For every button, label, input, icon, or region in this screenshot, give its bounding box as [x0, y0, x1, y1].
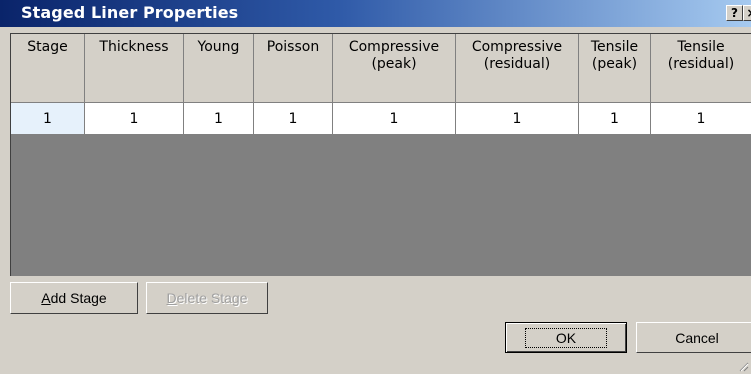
- cell-stage[interactable]: 1: [11, 103, 85, 135]
- column-header-thickness[interactable]: Thickness: [85, 34, 184, 103]
- cell-poisson[interactable]: 1: [254, 103, 333, 135]
- close-button[interactable]: ×: [743, 5, 751, 21]
- cell-tensile-peak[interactable]: 1: [579, 103, 651, 135]
- column-header-tensile-residual[interactable]: Tensile (residual): [651, 34, 751, 103]
- cell-compressive-residual[interactable]: 1: [456, 103, 579, 135]
- column-header-compressive-residual[interactable]: Compressive (residual): [456, 34, 579, 103]
- delete-stage-label-post: elete Stage: [176, 290, 248, 306]
- column-header-compressive-peak[interactable]: Compressive (peak): [333, 34, 456, 103]
- cell-compressive-peak[interactable]: 1: [333, 103, 456, 135]
- dialog-window: Staged Liner Properties ? × Stage Thickn…: [0, 0, 751, 374]
- cell-thickness[interactable]: 1: [85, 103, 184, 135]
- add-stage-label-key: A: [41, 290, 51, 306]
- cell-tensile-residual[interactable]: 1: [651, 103, 751, 135]
- title-bar[interactable]: Staged Liner Properties ? ×: [0, 0, 751, 27]
- column-header-poisson[interactable]: Poisson: [254, 34, 333, 103]
- column-header-stage[interactable]: Stage: [11, 34, 85, 103]
- column-header-tensile-peak[interactable]: Tensile (peak): [579, 34, 651, 103]
- add-stage-label-post: dd Stage: [50, 290, 107, 306]
- resize-grip-icon[interactable]: [737, 360, 749, 372]
- add-stage-button[interactable]: Add Stage: [10, 282, 138, 314]
- column-header-young[interactable]: Young: [184, 34, 254, 103]
- stage-properties-grid: Stage Thickness Young Poisson Compressiv…: [10, 33, 751, 276]
- cell-young[interactable]: 1: [184, 103, 254, 135]
- delete-stage-label-key: D: [166, 290, 177, 306]
- dialog-title: Staged Liner Properties: [21, 3, 239, 22]
- help-button[interactable]: ?: [726, 5, 743, 21]
- ok-button[interactable]: OK: [505, 322, 627, 353]
- cancel-button[interactable]: Cancel: [636, 322, 751, 353]
- ok-label: OK: [524, 327, 608, 348]
- delete-stage-button[interactable]: Delete Stage: [146, 282, 268, 314]
